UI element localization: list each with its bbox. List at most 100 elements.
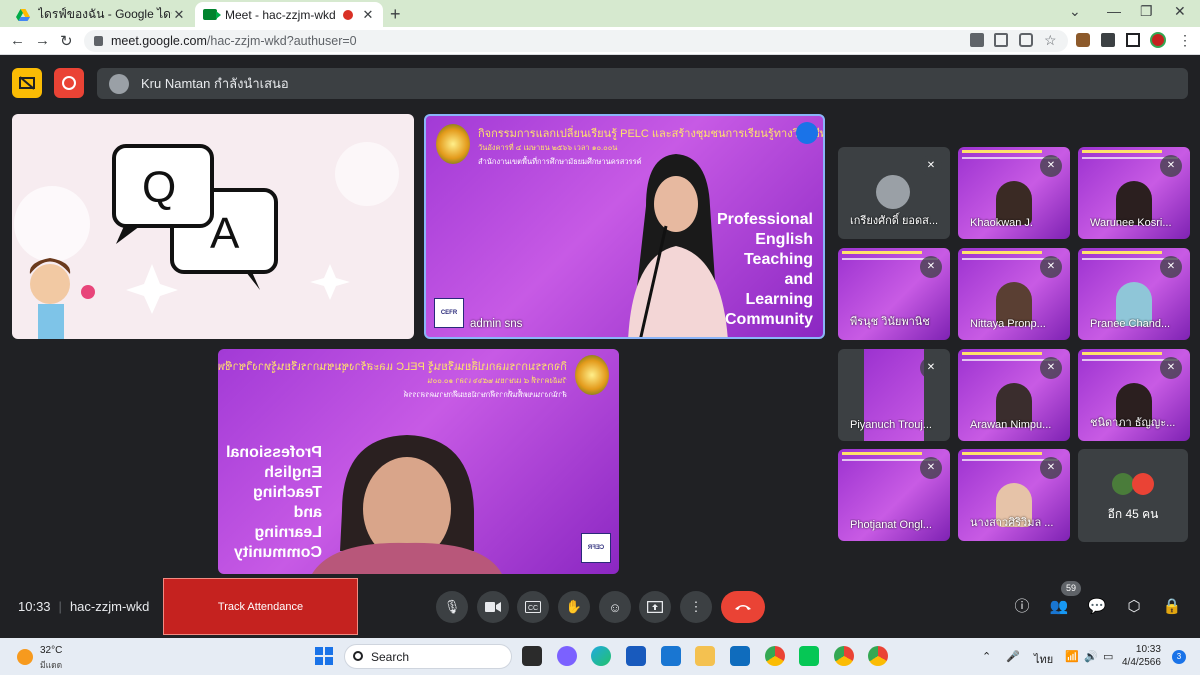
close-tab-icon[interactable]: ✕ <box>172 7 186 23</box>
side-panel-icon[interactable] <box>1126 33 1140 47</box>
notification-badge[interactable]: 3 <box>1172 650 1186 664</box>
qa-tile[interactable]: Q A <box>12 114 414 339</box>
clock-date: 4/4/2566 <box>1122 657 1161 668</box>
camera-in-use-icon[interactable] <box>970 33 984 47</box>
participant-tile[interactable]: ✕ พีรนุช วินัยพานิช <box>838 248 950 340</box>
start-button[interactable] <box>314 646 334 666</box>
presenter-avatar <box>109 73 129 94</box>
input-language[interactable]: ไทย <box>1034 650 1053 668</box>
sun-icon[interactable] <box>17 649 33 665</box>
camera-icon <box>485 602 501 612</box>
participant-tile[interactable]: ✕ Khaokwan J. <box>958 147 1070 239</box>
search-icon <box>353 651 363 661</box>
host-controls-icon[interactable]: 🔒 <box>1162 597 1182 617</box>
track-attendance-button[interactable]: Track Attendance <box>163 578 358 635</box>
recording-button[interactable] <box>54 68 84 98</box>
participant-tile[interactable]: ✕ Nittaya Pronp... <box>958 248 1070 340</box>
forward-button[interactable]: → <box>35 32 50 49</box>
mic-off-icon: ✕ <box>1160 357 1182 379</box>
leave-call-button[interactable] <box>721 591 765 623</box>
translate-icon[interactable] <box>994 33 1008 47</box>
activities-icon[interactable]: ⬡ <box>1124 597 1144 617</box>
mic-off-icon: ✕ <box>1040 357 1062 379</box>
chrome-profile-icon[interactable] <box>868 646 888 666</box>
show-hidden-icons[interactable]: ⌃ <box>982 650 991 663</box>
word-icon[interactable] <box>626 646 646 666</box>
battery-icon[interactable]: ▭ <box>1103 650 1113 663</box>
hang-up-icon <box>735 605 751 610</box>
chrome-icon[interactable] <box>765 646 785 666</box>
pet-line: and <box>293 504 323 521</box>
pet-line: Community <box>234 544 323 561</box>
wifi-icon[interactable]: 📶 <box>1065 650 1079 663</box>
l-app-icon[interactable] <box>661 646 681 666</box>
taskbar-search[interactable]: Search <box>344 644 512 669</box>
reload-button[interactable]: ↻ <box>60 32 73 50</box>
new-tab-button[interactable]: + <box>390 4 401 25</box>
extension-icon[interactable] <box>1076 33 1090 47</box>
tab-google-drive[interactable]: ไดรฟ์ของฉัน - Google ไดรฟ์ ✕ <box>8 2 194 27</box>
weather-temperature[interactable]: 32°C <box>40 645 62 656</box>
tab-search-icon[interactable]: ⌄ <box>1069 3 1081 20</box>
profile-avatar[interactable] <box>1150 32 1166 48</box>
mic-off-icon: ✕ <box>920 357 942 379</box>
svg-text:A: A <box>210 209 240 258</box>
camera-button[interactable] <box>477 591 509 623</box>
taskbar-clock[interactable]: 10:33 4/4/2566 <box>1122 643 1161 669</box>
chat-icon[interactable]: 💬 <box>1087 597 1107 617</box>
participant-tile[interactable]: ✕ Photjanat Ongl... <box>838 449 950 541</box>
participant-tile[interactable]: ✕ ชนิดาภา ธัญญะ... <box>1078 349 1190 441</box>
edge-browser-icon[interactable] <box>591 646 611 666</box>
present-screen-button[interactable] <box>639 591 671 623</box>
more-participants-tile[interactable]: อีก 45 คน <box>1078 449 1188 542</box>
more-options-button[interactable]: ⋮ <box>680 591 712 623</box>
svg-text:CC: CC <box>528 605 538 612</box>
screen-off-icon <box>19 76 35 90</box>
address-bar[interactable]: meet.google.com/hac-zzjm-wkd?authuser=0 <box>84 30 1068 52</box>
participant-name: Pranee Chand... <box>1090 318 1171 330</box>
teams-chat-icon[interactable] <box>557 646 577 666</box>
bookmark-star-icon[interactable]: ☆ <box>1044 33 1058 47</box>
browser-tab-strip: ไดรฟ์ของฉัน - Google ไดรฟ์ ✕ Meet - hac-… <box>0 0 1200 27</box>
participant-tile[interactable]: ✕ Warunee Kosri... <box>1078 147 1190 239</box>
participant-name: Piyanuch Trouj... <box>850 419 932 431</box>
hide-presentation-button[interactable] <box>12 68 42 98</box>
captions-button[interactable]: CC <box>517 591 549 623</box>
close-tab-icon[interactable]: ✕ <box>361 7 375 23</box>
mic-off-icon: ✕ <box>1040 155 1062 177</box>
close-window-button[interactable]: ✕ <box>1174 3 1186 20</box>
minimize-button[interactable]: — <box>1107 3 1121 19</box>
restore-button[interactable]: ❐ <box>1140 3 1153 20</box>
slide-date: วันอังคารที่ ๔ เมษายน ๒๕๖๖ เวลา ๑๐.๐๐น <box>427 376 567 385</box>
microphone-icon: 🎙 <box>443 599 461 614</box>
tab-google-meet[interactable]: Meet - hac-zzjm-wkd ✕ <box>195 2 383 27</box>
share-icon[interactable] <box>1019 33 1033 47</box>
weather-status[interactable]: มีแดด <box>40 658 62 672</box>
chrome-profile-icon[interactable] <box>834 646 854 666</box>
microphone-tray-icon[interactable]: 🎤 <box>1006 650 1020 663</box>
mic-off-icon: ✕ <box>920 457 942 479</box>
line-app-icon[interactable] <box>799 646 819 666</box>
presentation-tile-admin[interactable]: กิจกรรมการแลกเปลี่ยนเรียนรู้ PELC และสร้… <box>424 114 825 339</box>
extensions-puzzle-icon[interactable] <box>1101 33 1115 47</box>
present-icon <box>647 601 663 613</box>
meeting-details-icon[interactable]: ⓘ <box>1012 597 1032 617</box>
task-view-icon[interactable] <box>522 646 542 666</box>
presentation-tile-mirrored[interactable]: กิจกรรมการแลกเปลี่ยนเรียนรู้ PELC และสร้… <box>218 349 619 574</box>
participant-tile[interactable]: ✕ Piyanuch Trouj... <box>838 349 950 441</box>
participant-tile[interactable]: ✕ Pranee Chand... <box>1078 248 1190 340</box>
participant-tile[interactable]: ✕ เกรียงศักดิ์ ยอดส... <box>838 147 950 239</box>
participant-name: Arawan Nimpu... <box>970 419 1052 431</box>
people-icon[interactable]: 👥 <box>1049 597 1069 617</box>
participant-tile[interactable]: ✕ นางสาวศิริวิมล ... <box>958 449 1070 541</box>
participant-tile[interactable]: ✕ Arawan Nimpu... <box>958 349 1070 441</box>
tab-title: Meet - hac-zzjm-wkd <box>225 7 336 22</box>
raise-hand-button[interactable]: ✋ <box>558 591 590 623</box>
back-button[interactable]: ← <box>10 32 25 49</box>
mail-icon[interactable] <box>730 646 750 666</box>
file-explorer-icon[interactable] <box>695 646 715 666</box>
microphone-button[interactable]: 🎙 <box>436 591 468 623</box>
volume-icon[interactable]: 🔊 <box>1084 650 1098 663</box>
reactions-button[interactable]: ☺ <box>599 591 631 623</box>
browser-menu-icon[interactable]: ⋮ <box>1178 33 1192 47</box>
